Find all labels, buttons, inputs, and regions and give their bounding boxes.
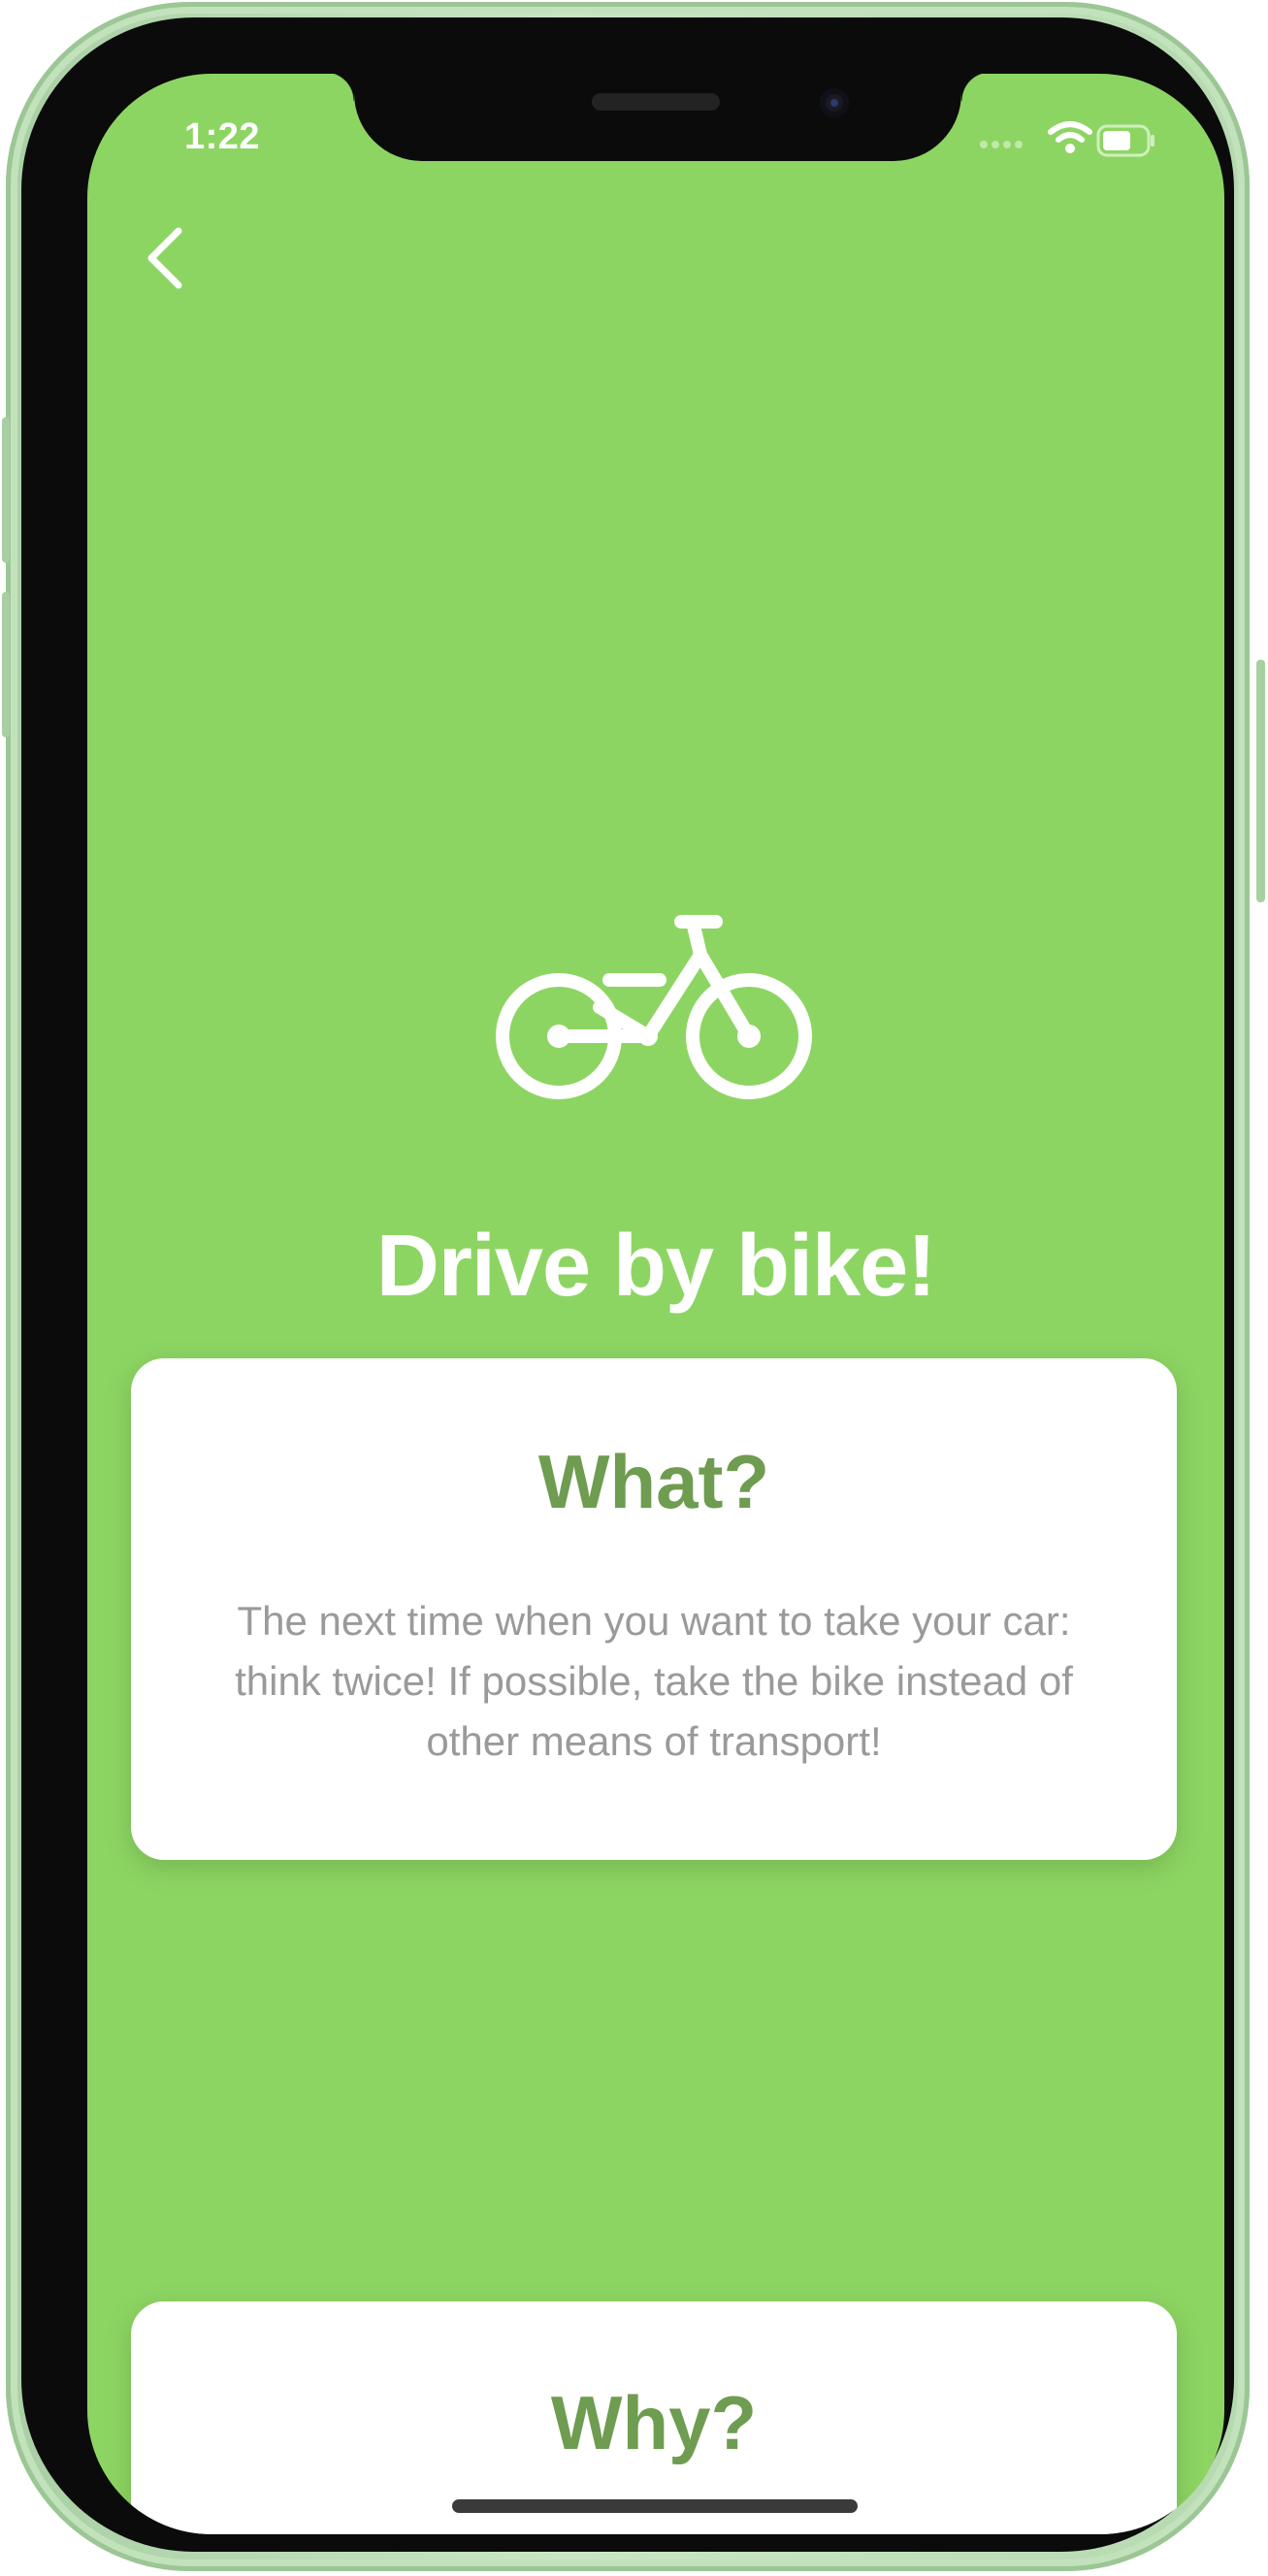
front-camera <box>820 88 849 117</box>
chevron-left-icon <box>147 227 182 289</box>
power-button <box>1256 660 1265 902</box>
bicycle-icon <box>496 915 812 1099</box>
back-button[interactable] <box>136 219 204 297</box>
page-title: Drive by bike! <box>375 1218 936 1315</box>
home-indicator[interactable] <box>452 2499 858 2513</box>
status-time: 1:22 <box>184 116 261 157</box>
app-screen: 1:22 Drive by bike! What? The next time … <box>87 74 1224 2534</box>
signal-dots-icon <box>980 136 1026 153</box>
volume-down-button <box>2 592 10 737</box>
what-card: What? The next time when you want to tak… <box>131 1358 1177 1860</box>
notch <box>325 74 991 161</box>
volume-up-button <box>2 417 10 563</box>
card-body-text: The next time when you want to take your… <box>235 1598 1073 1764</box>
phone-bezel: 1:22 Drive by bike! What? The next time … <box>21 17 1234 2552</box>
speaker-grille <box>592 93 720 111</box>
wifi-icon <box>1048 121 1092 153</box>
battery-icon <box>1096 124 1154 157</box>
status-icons <box>980 120 1174 159</box>
card-title: Why? <box>550 2380 758 2465</box>
card-title: What? <box>537 1439 770 1524</box>
app-screenshot: 1:22 Drive by bike! What? The next time … <box>0 0 1268 2576</box>
